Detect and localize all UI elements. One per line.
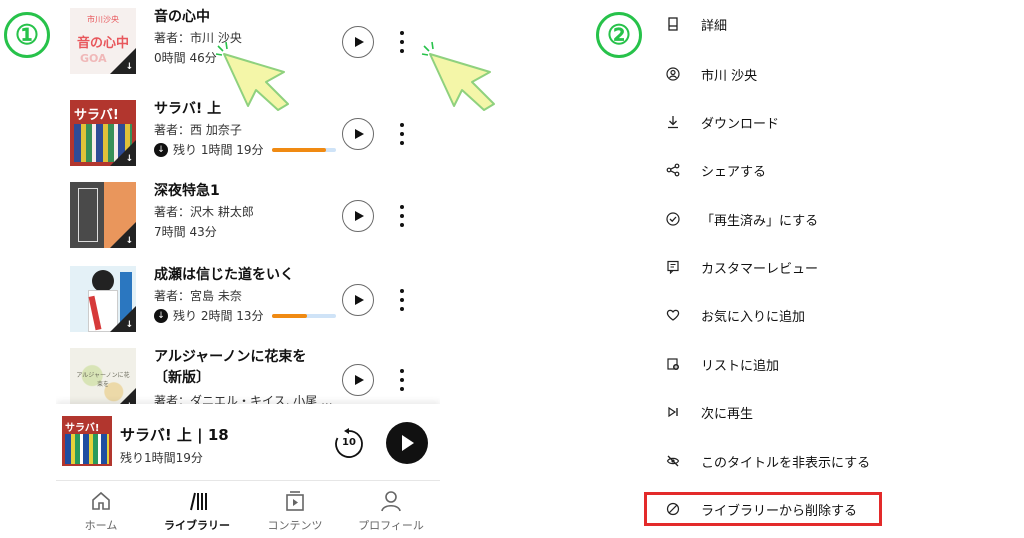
menu-item-hide-title[interactable]: このタイトルを非表示にする xyxy=(648,445,938,477)
more-options-button[interactable] xyxy=(396,286,408,314)
book-title: 音の心中 xyxy=(154,9,210,25)
nav-tab-contents[interactable]: コンテンツ xyxy=(250,489,340,533)
nav-tab-library[interactable]: ライブラリー xyxy=(152,489,242,533)
menu-item-share[interactable]: シェアする xyxy=(648,154,938,186)
progress-bar xyxy=(271,313,336,318)
more-options-button[interactable] xyxy=(396,366,408,394)
home-icon xyxy=(92,491,110,510)
mini-player-remaining: 残り1時間19分 xyxy=(120,451,203,465)
library-icon xyxy=(190,492,207,511)
step-2-badge: ② xyxy=(596,12,642,58)
author-icon xyxy=(666,67,680,81)
profile-icon xyxy=(381,491,401,512)
menu-item-detail[interactable]: 詳細 xyxy=(648,8,938,40)
play-button[interactable] xyxy=(342,364,374,396)
downloaded-icon: ↓ xyxy=(154,308,168,323)
menu-item-add-to-list[interactable]: リストに追加 xyxy=(648,348,938,380)
mini-player-title: サラバ! 上 | 18 xyxy=(120,426,229,444)
play-next-icon xyxy=(668,406,678,418)
library-list-item[interactable]: ↓ 成瀬は信じた道をいく 著者：宮島 未奈 ↓ 残り 2時間 13分 xyxy=(56,258,440,340)
mini-player[interactable]: サラバ! サラバ! 上 | 18 残り1時間19分 10 xyxy=(56,404,440,480)
highlight-box xyxy=(644,492,882,526)
library-list-item[interactable]: ↓ 深夜特急1 著者：沢木 耕太郎 7時間 43分 xyxy=(56,174,440,256)
rewind-seconds-label: 10 xyxy=(342,437,356,448)
play-icon xyxy=(355,129,364,139)
menu-item-reviews[interactable]: カスタマーレビュー xyxy=(648,251,938,283)
cover-text: サラバ! xyxy=(74,108,119,123)
play-button[interactable] xyxy=(342,26,374,58)
book-cover: 市川沙央 音の心中 GOA ↓ xyxy=(70,8,136,74)
mini-player-cover: サラバ! xyxy=(62,416,112,466)
hide-icon xyxy=(666,455,680,467)
play-icon xyxy=(402,435,414,451)
check-circle-icon xyxy=(666,212,680,226)
menu-item-mark-played[interactable]: 「再生済み」にする xyxy=(648,203,938,235)
review-icon xyxy=(667,260,679,274)
book-author: 著者：西 加奈子 xyxy=(154,123,242,137)
share-icon xyxy=(666,163,680,177)
book-title: サラバ! 上 xyxy=(154,101,222,117)
book-remaining: ↓ 残り 1時間 19分 xyxy=(154,141,336,158)
book-title: 深夜特急1 xyxy=(154,183,220,199)
play-button[interactable] xyxy=(342,284,374,316)
main-play-button[interactable] xyxy=(386,422,428,464)
more-options-button[interactable] xyxy=(396,28,408,56)
menu-item-author[interactable]: 市川 沙央 xyxy=(648,58,938,90)
cover-text: GOA xyxy=(80,52,107,65)
downloaded-icon: ↓ xyxy=(154,142,168,157)
more-options-button[interactable] xyxy=(396,202,408,230)
book-author: 著者：宮島 未奈 xyxy=(154,289,242,303)
book-title: 成瀬は信じた道をいく xyxy=(154,267,294,283)
more-options-button[interactable] xyxy=(396,120,408,148)
book-remaining: ↓ 残り 2時間 13分 xyxy=(154,307,336,324)
play-button[interactable] xyxy=(342,200,374,232)
play-icon xyxy=(355,295,364,305)
nav-tab-home[interactable]: ホーム xyxy=(56,489,146,533)
nav-tab-profile[interactable]: プロフィール xyxy=(346,489,436,533)
book-author: 著者：沢木 耕太郎 xyxy=(154,205,254,219)
tap-pointer-icon xyxy=(421,41,495,111)
book-duration: 0時間 46分 xyxy=(154,51,217,65)
list-add-icon xyxy=(667,358,679,370)
cover-text: アルジャーノンに花束を xyxy=(76,372,130,388)
book-cover: サラバ! ↓ xyxy=(70,100,136,166)
step-1-badge: ① xyxy=(4,12,50,58)
rewind-10-button[interactable]: 10 xyxy=(332,427,366,461)
download-icon: ↓ xyxy=(125,236,133,246)
contents-icon xyxy=(286,491,304,511)
menu-item-download[interactable]: ダウンロード xyxy=(648,106,938,138)
book-detail-icon xyxy=(668,17,678,31)
cover-text: 市川沙央 xyxy=(87,15,119,24)
play-button[interactable] xyxy=(342,118,374,150)
download-icon xyxy=(668,116,678,129)
progress-bar xyxy=(271,147,336,152)
play-icon xyxy=(355,375,364,385)
menu-item-play-next[interactable]: 次に再生 xyxy=(648,396,938,428)
bottom-navigation: ホーム ライブラリー コンテンツ プロフィール xyxy=(56,480,440,538)
play-icon xyxy=(355,211,364,221)
book-cover: ↓ xyxy=(70,266,136,332)
download-icon: ↓ xyxy=(125,154,133,164)
tap-pointer-icon xyxy=(215,41,289,111)
book-title: アルジャーノンに花束を xyxy=(154,349,307,365)
download-icon: ↓ xyxy=(125,62,133,72)
menu-item-favorite[interactable]: お気に入りに追加 xyxy=(648,299,938,331)
download-icon: ↓ xyxy=(125,320,133,330)
book-duration: 7時間 43分 xyxy=(154,225,217,239)
play-icon xyxy=(355,37,364,47)
book-cover: ↓ xyxy=(70,182,136,248)
heart-icon xyxy=(666,309,680,321)
book-title-line2: 〔新版〕 xyxy=(154,370,210,386)
context-menu: 詳細 市川 沙央 ダウンロード シェアする 「再生済み」にする カスタマーレビュ… xyxy=(644,0,948,538)
